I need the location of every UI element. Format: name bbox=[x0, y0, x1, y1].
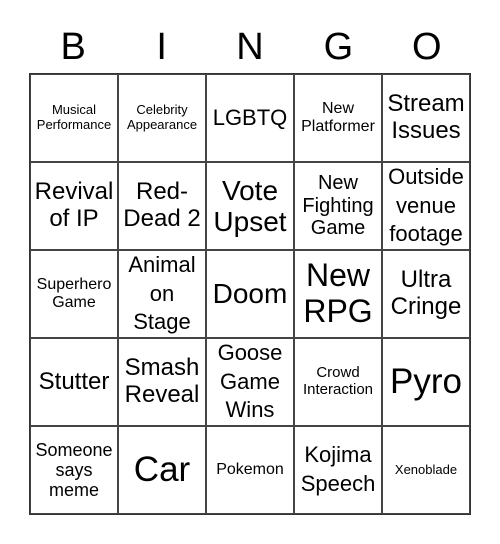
bingo-cell[interactable]: Doom bbox=[206, 250, 294, 338]
bingo-cell[interactable]: New RPG bbox=[294, 250, 382, 338]
bingo-cell[interactable]: Goose Game Wins bbox=[206, 338, 294, 426]
bingo-cell[interactable]: Celebrity Appearance bbox=[118, 74, 206, 162]
bingo-cell[interactable]: Smash Reveal bbox=[118, 338, 206, 426]
bingo-cell[interactable]: Xenoblade bbox=[382, 426, 470, 514]
bingo-cell[interactable]: Pyro bbox=[382, 338, 470, 426]
bingo-cell[interactable]: Animal on Stage bbox=[118, 250, 206, 338]
bingo-cell[interactable]: Stream Issues bbox=[382, 74, 470, 162]
header-letter-g: G bbox=[323, 26, 354, 68]
bingo-cell[interactable]: Musical Performance bbox=[30, 74, 118, 162]
header-letter-i: I bbox=[156, 26, 167, 68]
bingo-cell[interactable]: Someone says meme bbox=[30, 426, 118, 514]
bingo-cell[interactable]: Superhero Game bbox=[30, 250, 118, 338]
header-letter-o: O bbox=[412, 26, 442, 68]
bingo-cell[interactable]: Crowd Interaction bbox=[294, 338, 382, 426]
bingo-cell[interactable]: Red-Dead 2 bbox=[118, 162, 206, 250]
header-letter-b: B bbox=[60, 26, 86, 68]
bingo-cell[interactable]: Revival of IP bbox=[30, 162, 118, 250]
bingo-cell[interactable]: New Fighting Game bbox=[294, 162, 382, 250]
bingo-cell[interactable]: Vote Upset bbox=[206, 162, 294, 250]
bingo-grid: Musical Performance Celebrity Appearance… bbox=[29, 73, 471, 515]
bingo-cell[interactable]: New Platformer bbox=[294, 74, 382, 162]
bingo-header: B I N G O bbox=[29, 22, 471, 72]
bingo-cell[interactable]: Outside venue footage bbox=[382, 162, 470, 250]
bingo-cell[interactable]: Stutter bbox=[30, 338, 118, 426]
bingo-cell[interactable]: Pokemon bbox=[206, 426, 294, 514]
bingo-cell[interactable]: LGBTQ bbox=[206, 74, 294, 162]
bingo-cell[interactable]: Car bbox=[118, 426, 206, 514]
bingo-cell[interactable]: Kojima Speech bbox=[294, 426, 382, 514]
bingo-cell[interactable]: Ultra Cringe bbox=[382, 250, 470, 338]
header-letter-n: N bbox=[236, 26, 264, 68]
